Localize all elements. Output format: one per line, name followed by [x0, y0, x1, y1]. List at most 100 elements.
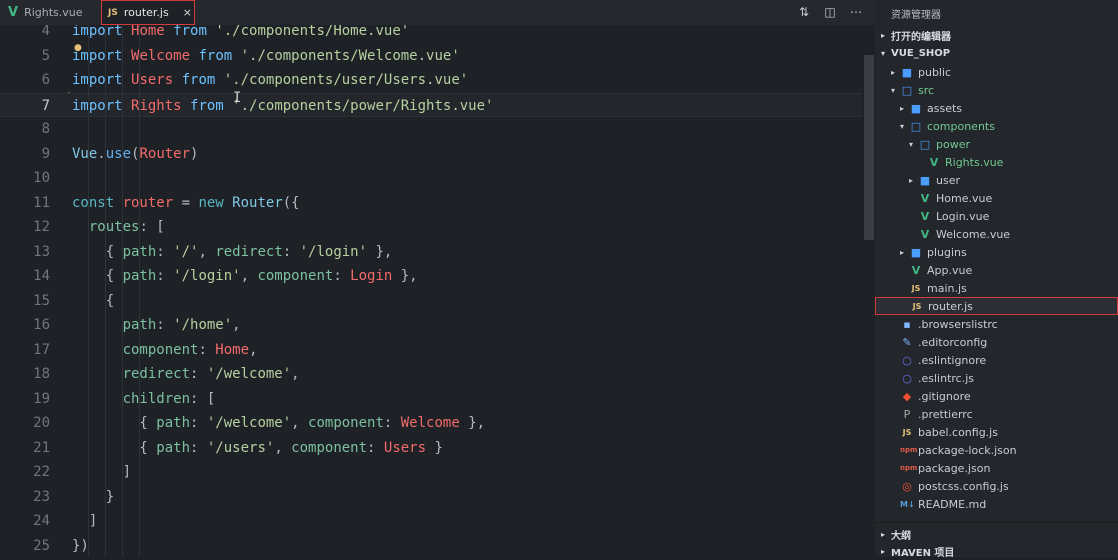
text-cursor-icon: I — [233, 90, 242, 106]
chevron-down-icon[interactable]: ▾ — [888, 86, 898, 95]
line-number: 16 — [33, 317, 50, 333]
tree-item[interactable]: JS router.js — [875, 297, 1118, 315]
tree-item[interactable]: ✎ .editorconfig — [875, 333, 1118, 351]
tree-item[interactable]: VRights.vueU — [875, 153, 1118, 171]
project-section[interactable]: ▾ VUE_SHOP — [875, 44, 1118, 62]
code-token: '/' — [173, 243, 199, 260]
tree-item[interactable]: ◎ postcss.config.js — [875, 477, 1118, 495]
more-icon[interactable]: ⋯ — [849, 5, 863, 19]
tree-item[interactable]: ▾ □ components — [875, 117, 1118, 135]
open-editors-section[interactable]: ▸ 打开的编辑器 — [875, 26, 1118, 44]
chevron-down-icon[interactable]: ▾ — [906, 140, 916, 149]
tab-rights-vue[interactable]: V Rights.vue — [0, 0, 98, 25]
tree-item[interactable]: ▸ ■ assets — [875, 99, 1118, 117]
code-line[interactable]: 7 import Rights from './components/power/… — [0, 92, 862, 117]
compare-icon[interactable]: ⇅ — [797, 5, 811, 19]
folder-icon: ■ — [919, 173, 931, 187]
split-editor-icon[interactable]: ◫ — [823, 5, 837, 19]
code-token: '/welcome' — [206, 415, 292, 431]
code-line[interactable]: 17 component: Home, — [0, 338, 862, 363]
code-line[interactable]: 16 path: '/home', — [0, 313, 862, 338]
outline-section[interactable]: ▸ 大纲 — [875, 525, 1118, 543]
code-line[interactable]: 13 { path: '/', redirect: '/login' }, — [0, 240, 862, 265]
tree-item[interactable]: npm package-lock.json — [875, 441, 1118, 459]
code-line[interactable]: 10 — [0, 166, 862, 191]
chevron-down-icon[interactable]: ▾ — [897, 122, 907, 131]
code-token: './components/Home.vue' — [215, 25, 410, 39]
code-line[interactable]: 9 Vue.use(Router) — [0, 142, 862, 167]
lightbulb-icon[interactable]: ● — [74, 43, 82, 53]
eslint-icon: ○ — [902, 371, 912, 385]
tree-item[interactable]: JS babel.config.js — [875, 423, 1118, 441]
code-token: from — [190, 47, 241, 64]
code-text: { — [72, 289, 114, 314]
code-line[interactable]: 5 import Welcome from './components/Welco… — [0, 44, 862, 69]
code-token: : [ — [190, 390, 216, 407]
code-token: : — [282, 243, 300, 260]
code-token: Router — [232, 194, 283, 211]
folder-open-icon: □ — [910, 119, 922, 133]
code-line[interactable]: 6 import Users from './components/user/Us… — [0, 68, 862, 93]
code-line[interactable]: 24 ] — [0, 509, 862, 534]
browserslist-icon: ▪ — [903, 317, 911, 331]
code-line[interactable]: 21 { path: '/users', component: Users } — [0, 436, 862, 461]
line-number: 24 — [33, 513, 50, 529]
code-token: children — [72, 390, 191, 407]
code-line[interactable]: 15 { — [0, 289, 862, 314]
tree-item[interactable]: P .prettierrc — [875, 405, 1118, 423]
tree-item[interactable]: V Welcome.vue — [875, 225, 1118, 243]
code-text: import Welcome from './components/Welcom… — [72, 44, 460, 69]
folder-icon: ■ — [910, 245, 922, 259]
code-text: component: Home, — [72, 338, 258, 363]
tree-item[interactable]: ▪ .browserslistrc — [875, 315, 1118, 333]
chevron-right-icon[interactable]: ▸ — [888, 68, 898, 77]
chevron-right-icon[interactable]: ▸ — [897, 104, 907, 113]
code-line[interactable]: 19 children: [ — [0, 387, 862, 412]
eslint-icon: ○ — [902, 353, 912, 367]
tree-item[interactable]: V App.vue — [875, 261, 1118, 279]
chevron-right-icon[interactable]: ▸ — [906, 176, 916, 185]
scrollbar-thumb[interactable] — [864, 55, 874, 240]
code-token: '/home' — [173, 317, 233, 333]
tree-item[interactable]: ◆ .gitignore — [875, 387, 1118, 405]
code-token: ) — [190, 145, 199, 162]
close-icon[interactable]: × — [183, 6, 192, 19]
folder-open-icon: □ — [919, 137, 931, 151]
code-token: : — [156, 317, 174, 333]
folder-open-icon: □ — [901, 83, 913, 97]
code-line[interactable]: 18 redirect: '/welcome', — [0, 362, 862, 387]
tree-item[interactable]: ▸ ■ public — [875, 63, 1118, 81]
code-line[interactable]: 11 const router = new Router({ — [0, 191, 862, 216]
editor-scrollbar[interactable] — [862, 25, 875, 557]
chevron-right-icon[interactable]: ▸ — [897, 248, 907, 257]
tree-item[interactable]: ▾ □ src — [875, 81, 1118, 99]
tree-item[interactable]: npm package.json — [875, 459, 1118, 477]
code-line[interactable]: 23 } — [0, 485, 862, 510]
tree-item[interactable]: ▸ ■ plugins — [875, 243, 1118, 261]
code-line[interactable]: 22 ] — [0, 460, 862, 485]
tree-item-label: babel.config.js — [918, 425, 998, 439]
code-token: component — [72, 341, 199, 358]
tree-item[interactable]: ▾ □ power — [875, 135, 1118, 153]
tree-item[interactable]: ○ .eslintignore — [875, 351, 1118, 369]
code-line[interactable]: 14 { path: '/login', component: Login }, — [0, 264, 862, 289]
code-line[interactable]: 4 import Home from './components/Home.vue… — [0, 25, 862, 44]
tree-item[interactable]: V Home.vue — [875, 189, 1118, 207]
maven-section[interactable]: ▸ MAVEN 项目 — [875, 542, 1118, 560]
markdown-icon: M↓ — [900, 499, 915, 509]
code-line[interactable]: 8 — [0, 117, 862, 142]
code-token: new — [198, 194, 233, 211]
tree-item[interactable]: V Login.vue — [875, 207, 1118, 225]
tree-item[interactable]: JS main.js — [875, 279, 1118, 297]
tree-item[interactable]: ○ .eslintrc.js — [875, 369, 1118, 387]
code-editor[interactable]: 4 import Home from './components/Home.vue… — [0, 25, 875, 557]
code-line[interactable]: 12 routes: [ — [0, 215, 862, 240]
code-line[interactable]: 25}) — [0, 534, 862, 558]
tree-item[interactable]: ▸ ■ user — [875, 171, 1118, 189]
tab-router-js[interactable]: JS router.js × — [101, 0, 195, 25]
tree-item[interactable]: M↓ README.md — [875, 495, 1118, 513]
code-line[interactable]: 20 { path: '/welcome', component: Welcom… — [0, 411, 862, 436]
chevron-right-icon: ▸ — [880, 546, 885, 556]
code-token: path — [156, 415, 191, 431]
tree-item-label: plugins — [927, 245, 967, 259]
